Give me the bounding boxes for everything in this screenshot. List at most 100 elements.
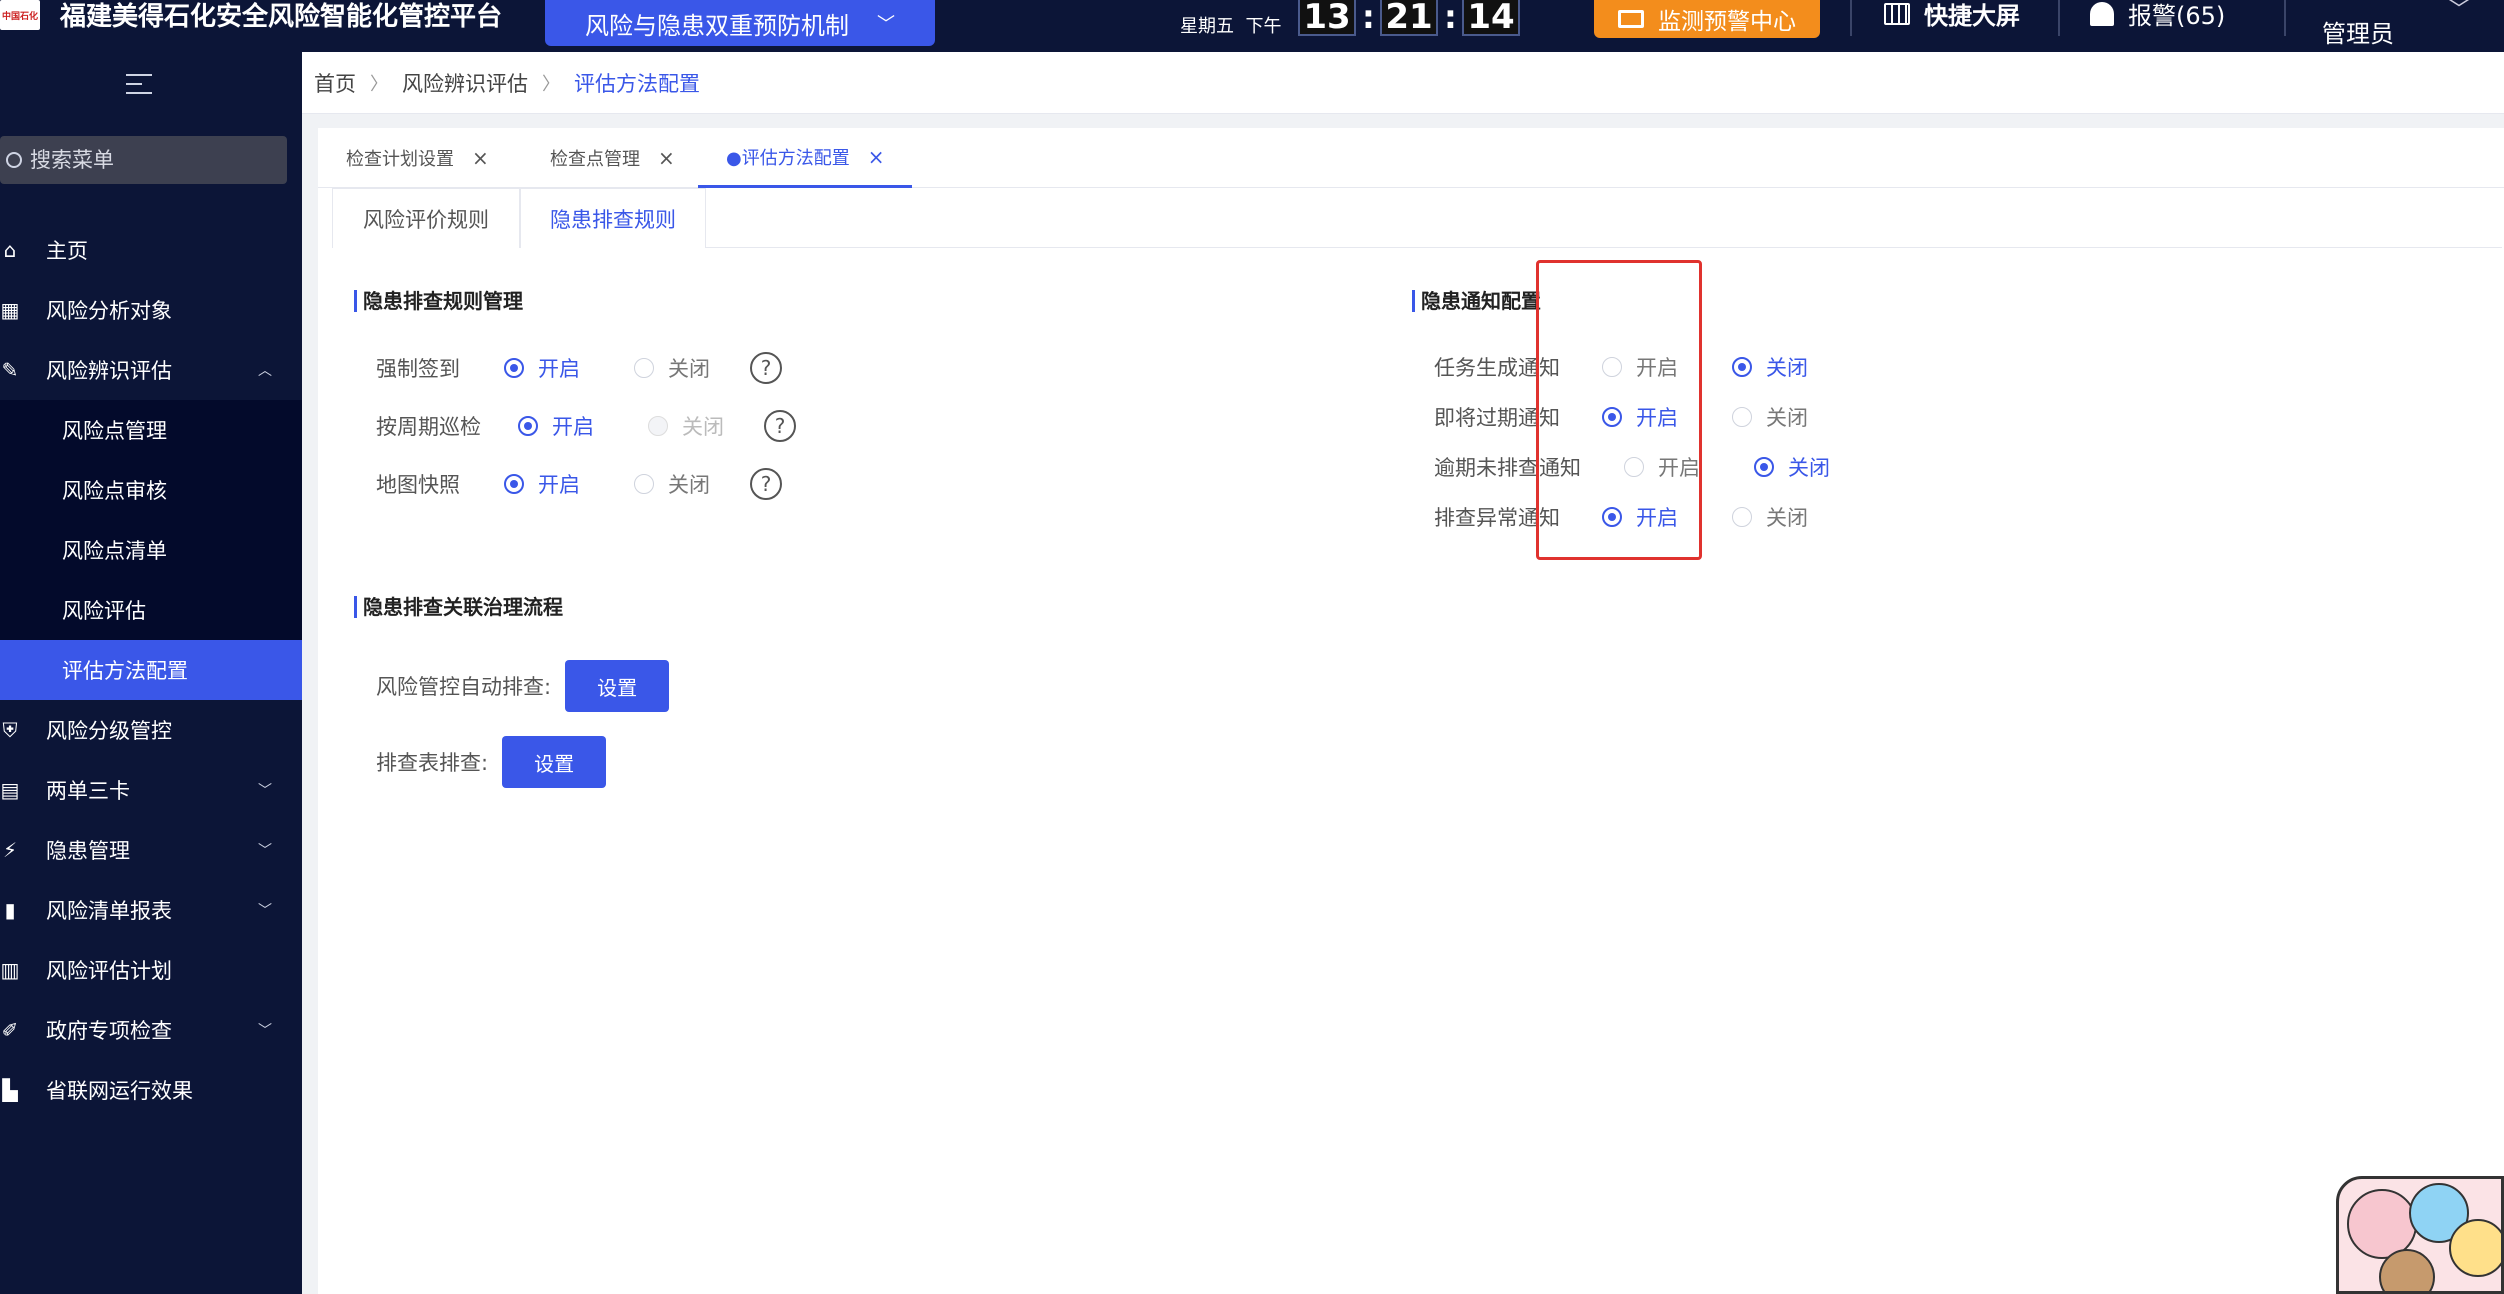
company-logo: 中国石化 [0, 0, 40, 30]
chevron-up-icon: ︿ [258, 363, 272, 379]
sidebar-item-risk-point-management[interactable]: 风险点管理 [0, 400, 302, 460]
radio-label: 关闭 [682, 415, 724, 439]
radio-label: 关闭 [1788, 456, 1830, 480]
menu-collapse-icon[interactable] [126, 74, 152, 94]
lightning-icon: ⚡ [2, 838, 18, 862]
flow-row-auto-inspection: 风险管控自动排查: 设置 [376, 660, 670, 712]
radio-on[interactable]: 开启 [1624, 452, 1700, 482]
help-icon[interactable]: ? [750, 352, 782, 384]
sidebar-item-risk-assessment[interactable]: 风险评估 [0, 580, 302, 640]
sidebar-item-assessment-plan[interactable]: ▥ 风险评估计划 [0, 940, 302, 1000]
top-bar: 中国石化 福建美得石化安全风险智能化管控平台 风险与隐患双重预防机制 ﹀ 星期五… [0, 0, 2504, 52]
clock-seconds: 14 [1462, 0, 1520, 36]
radio-on[interactable]: 开启 [1602, 402, 1678, 432]
sidebar-item-label: 风险辨识评估 [46, 359, 172, 383]
breadcrumb-risk-identification[interactable]: 风险辨识评估 [402, 68, 528, 98]
mechanism-dropdown-button[interactable]: 风险与隐患双重预防机制 ﹀ [545, 0, 935, 46]
notify-row-abnormal: 排查异常通知 开启 关闭 [1434, 502, 1808, 532]
sidebar-item-home[interactable]: ⌂ 主页 [0, 220, 302, 280]
radio-off[interactable]: 关闭 [1732, 402, 1808, 432]
tab-checkpoint-management[interactable]: 检查点管理 × [550, 128, 675, 188]
sidebar-item-risk-report[interactable]: ▮ 风险清单报表 ﹀ [0, 880, 302, 940]
sidebar-item-risk-point-list[interactable]: 风险点清单 [0, 520, 302, 580]
divider [1850, 0, 1852, 36]
breadcrumb-current: 评估方法配置 [574, 71, 700, 96]
subtab-hazard-inspection-rules[interactable]: 隐患排查规则 [520, 188, 706, 248]
monitor-icon [1618, 10, 1644, 28]
tab-inspection-plan[interactable]: 检查计划设置 × [346, 128, 489, 188]
radio-dot [648, 416, 668, 436]
auto-inspection-settings-button[interactable]: 设置 [565, 660, 670, 712]
rule-label: 地图快照 [376, 473, 460, 497]
radio-label: 关闭 [1766, 406, 1808, 430]
flow-section-title: 隐患排查关联治理流程 [354, 596, 563, 618]
radio-dot [1602, 407, 1622, 427]
radio-label: 开启 [1658, 456, 1700, 480]
close-icon[interactable]: × [868, 145, 885, 169]
sidebar-item-risk-identification[interactable]: ✎ 风险辨识评估 ︿ [0, 340, 302, 400]
chevron-right-icon: 〉 [542, 73, 560, 95]
notify-label: 任务生成通知 [1434, 356, 1560, 380]
grid-icon [1884, 2, 1910, 25]
assistant-avatar-widget[interactable] [2336, 1176, 2504, 1294]
quick-screen-button[interactable]: 快捷大屏 [1884, 0, 2020, 31]
period: 下午 [1245, 16, 1282, 37]
tab-label: ●评估方法配置 [726, 147, 850, 169]
alarm-button[interactable]: 报警(65) [2090, 0, 2225, 31]
sidebar-item-label: 两单三卡 [46, 779, 130, 803]
radio-dot [504, 474, 524, 494]
rule-label: 强制签到 [376, 357, 460, 381]
clipboard-icon: ▤ [0, 778, 20, 802]
radio-off[interactable]: 关闭 [1732, 352, 1808, 382]
radio-off[interactable]: 关闭 [634, 469, 710, 499]
chevron-down-icon[interactable]: ﹀ [2448, 0, 2470, 24]
menu-search[interactable] [0, 136, 287, 184]
sidebar-item-risk-objects[interactable]: ▦ 风险分析对象 [0, 280, 302, 340]
notify-row-about-to-expire: 即将过期通知 开启 关闭 [1434, 402, 1808, 432]
sub-tabs: 风险评价规则 隐患排查规则 [332, 188, 2502, 248]
sidebar-item-risk-grading[interactable]: ⛨ 风险分级管控 [0, 700, 302, 760]
sidebar-item-assessment-method-config[interactable]: 评估方法配置 [0, 640, 302, 700]
radio-off[interactable]: 关闭 [634, 353, 710, 383]
radio-on[interactable]: 开启 [1602, 352, 1678, 382]
radio-label: 关闭 [668, 357, 710, 381]
radio-label: 开启 [538, 473, 580, 497]
help-icon[interactable]: ? [750, 468, 782, 500]
user-name[interactable]: 管理员 [2322, 14, 2394, 49]
radio-off[interactable]: 关闭 [1732, 502, 1808, 532]
tab-label: 检查点管理 [550, 149, 640, 170]
radio-on[interactable]: 开启 [518, 411, 594, 441]
chevron-right-icon: 〉 [370, 73, 388, 95]
mechanism-label: 风险与隐患双重预防机制 [585, 11, 849, 40]
radio-dot [1732, 407, 1752, 427]
flow-label: 排查表排查: [376, 751, 489, 775]
rule-row-periodic-patrol: 按周期巡检 开启 关闭 ? [376, 410, 796, 442]
radio-on[interactable]: 开启 [1602, 502, 1678, 532]
radio-dot [634, 358, 654, 378]
table-inspection-settings-button[interactable]: 设置 [502, 736, 607, 788]
close-icon[interactable]: × [658, 146, 675, 170]
sidebar-item-government-inspection[interactable]: ✐ 政府专项检查 ﹀ [0, 1000, 302, 1060]
monitor-center-button[interactable]: 监测预警中心 [1594, 0, 1820, 38]
sidebar-item-two-lists-three-cards[interactable]: ▤ 两单三卡 ﹀ [0, 760, 302, 820]
search-icon [6, 152, 22, 168]
breadcrumb-home[interactable]: 首页 [314, 68, 356, 98]
chevron-down-icon: ﹀ [877, 14, 895, 35]
sidebar-item-risk-point-review[interactable]: 风险点审核 [0, 460, 302, 520]
radio-label: 开启 [1636, 356, 1678, 380]
radio-on[interactable]: 开启 [504, 353, 580, 383]
notify-label: 逾期未排查通知 [1434, 456, 1581, 480]
sidebar-item-hazard-management[interactable]: ⚡ 隐患管理 ﹀ [0, 820, 302, 880]
radio-label: 关闭 [1766, 506, 1808, 530]
radio-off[interactable]: 关闭 [1754, 452, 1830, 482]
radio-on[interactable]: 开启 [504, 469, 580, 499]
sidebar-item-provincial-network[interactable]: ▙ 省联网运行效果 [0, 1060, 302, 1120]
subtab-risk-evaluation-rules[interactable]: 风险评价规则 [332, 188, 520, 248]
sidebar-item-label: 隐患管理 [46, 839, 130, 863]
radio-label: 关闭 [1766, 356, 1808, 380]
tab-assessment-method-config[interactable]: ●评估方法配置 × [698, 128, 913, 188]
main-content: 检查计划设置 × 检查点管理 × ●评估方法配置 × 风险评价规则 隐患排查规则… [318, 128, 2504, 1294]
help-icon[interactable]: ? [764, 410, 796, 442]
close-icon[interactable]: × [472, 146, 489, 170]
menu-search-input[interactable] [30, 148, 260, 172]
